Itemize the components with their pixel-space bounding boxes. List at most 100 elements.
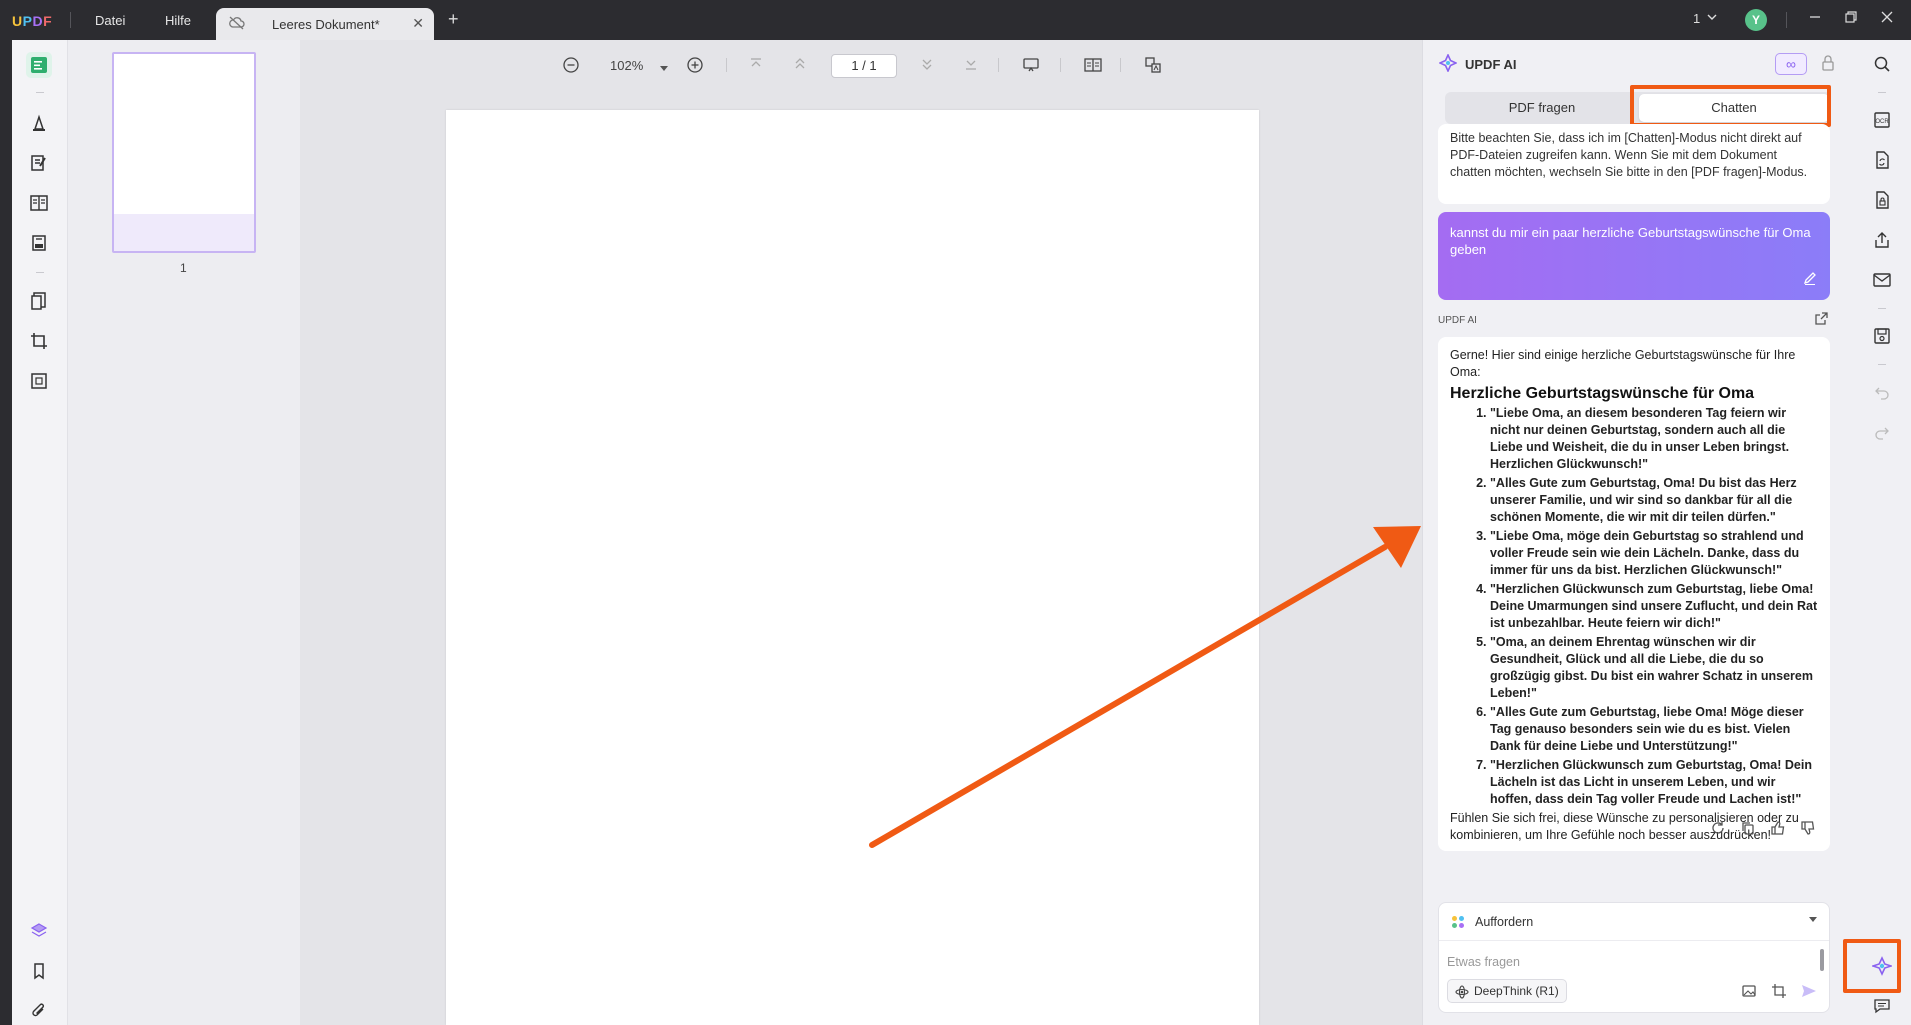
screenshot-icon[interactable]: [1771, 983, 1787, 1004]
document-viewer: 102% 1 / 1: [300, 40, 1422, 1025]
menu-file[interactable]: Datei: [95, 13, 125, 28]
updf-logo: UPDF: [12, 13, 53, 29]
share-icon[interactable]: [1870, 228, 1894, 252]
window-edge: [0, 40, 12, 1025]
protect-pdf-icon[interactable]: [1870, 188, 1894, 212]
ai-input-card: Auffordern Etwas fragen DeepThink (R1): [1438, 902, 1830, 1013]
previous-page-icon[interactable]: [793, 57, 807, 74]
bookmark-icon[interactable]: [26, 958, 52, 984]
prompt-label: Auffordern: [1475, 915, 1534, 929]
document-tab-title: Leeres Dokument*: [272, 17, 380, 32]
form-tool-icon[interactable]: [26, 230, 52, 256]
thumbs-down-icon[interactable]: [1800, 820, 1816, 841]
attachment-icon[interactable]: [26, 998, 52, 1024]
divider: [1878, 308, 1886, 309]
input-scrollbar[interactable]: [1820, 949, 1824, 971]
list-item: "Alles Gute zum Geburtstag, Oma! Du bist…: [1490, 475, 1818, 526]
restore-icon[interactable]: [1844, 10, 1858, 27]
reader-icon[interactable]: [26, 52, 52, 78]
crop-icon[interactable]: [26, 328, 52, 354]
user-message-text: kannst du mir ein paar herzliche Geburts…: [1450, 225, 1811, 257]
edit-icon[interactable]: [1802, 270, 1818, 290]
convert-icon[interactable]: [26, 288, 52, 314]
email-icon[interactable]: [1870, 268, 1894, 292]
document-page[interactable]: [446, 110, 1259, 1025]
ai-response-label: UPDF AI: [1438, 315, 1477, 326]
thumbs-up-icon[interactable]: [1770, 820, 1786, 841]
divider: [1878, 364, 1886, 365]
compress-icon[interactable]: [26, 368, 52, 394]
divider: [726, 58, 727, 72]
zoom-out-icon[interactable]: [562, 56, 580, 77]
minimize-icon[interactable]: [1808, 10, 1822, 27]
updf-ai-logo-icon: [1438, 53, 1458, 77]
divider: [36, 92, 44, 93]
page-number-input[interactable]: 1 / 1: [831, 54, 897, 78]
menu-help[interactable]: Hilfe: [165, 13, 191, 28]
document-tab[interactable]: Leeres Dokument* ✕: [216, 8, 434, 40]
atom-icon: [1455, 984, 1469, 1006]
undo-icon[interactable]: [1870, 380, 1894, 404]
divider: [998, 58, 999, 72]
convert-pdf-icon[interactable]: [1870, 148, 1894, 172]
divider: [1878, 92, 1886, 93]
zoom-level[interactable]: 102%: [610, 58, 643, 73]
save-icon[interactable]: [1870, 324, 1894, 348]
comment-list-icon[interactable]: [1870, 994, 1894, 1018]
send-icon[interactable]: [1801, 983, 1817, 1004]
lock-icon[interactable]: [1821, 54, 1835, 77]
thumbnail-page-number: 1: [180, 261, 187, 275]
deepthink-label: DeepThink (R1): [1474, 984, 1559, 998]
zoom-in-icon[interactable]: [686, 56, 704, 77]
page-layout-icon[interactable]: [1083, 56, 1103, 77]
avatar[interactable]: Y: [1745, 9, 1767, 31]
prompt-grid-icon: [1451, 915, 1465, 934]
edit-pdf-icon[interactable]: [26, 150, 52, 176]
viewer-toolbar: 102% 1 / 1: [300, 40, 1422, 90]
zoom-dropdown-icon[interactable]: [660, 60, 668, 75]
tab-pdf-fragen[interactable]: PDF fragen: [1447, 94, 1637, 122]
right-toolbar: OCR: [1852, 40, 1911, 1025]
divider: [1120, 58, 1121, 72]
next-page-icon[interactable]: [920, 57, 934, 74]
cloud-off-icon: [228, 16, 246, 35]
close-window-icon[interactable]: [1880, 10, 1894, 27]
deepthink-toggle[interactable]: DeepThink (R1): [1447, 979, 1567, 1003]
regenerate-icon[interactable]: [1710, 820, 1726, 841]
comment-tool-icon[interactable]: [26, 110, 52, 136]
prompt-selector[interactable]: Auffordern: [1439, 903, 1829, 941]
close-tab-icon[interactable]: ✕: [412, 15, 424, 32]
ai-panel: UPDF AI ∞ PDF fragen Chatten Bitte beach…: [1422, 40, 1852, 1025]
presentation-icon[interactable]: [1022, 56, 1040, 77]
unlimited-plan-badge[interactable]: ∞: [1775, 53, 1807, 75]
search-icon[interactable]: [1870, 52, 1894, 76]
chevron-down-icon[interactable]: [1706, 11, 1718, 26]
translate-icon[interactable]: [1144, 56, 1162, 77]
first-page-icon[interactable]: [749, 57, 763, 74]
tab-highlight-frame: [1630, 85, 1831, 127]
ocr-icon[interactable]: OCR: [1870, 108, 1894, 132]
export-icon[interactable]: [1813, 311, 1829, 332]
window-count[interactable]: 1: [1693, 11, 1700, 26]
ai-panel-header: UPDF AI ∞: [1423, 40, 1853, 86]
redo-icon[interactable]: [1870, 420, 1894, 444]
ask-input[interactable]: Etwas fragen: [1447, 955, 1520, 969]
page-thumbnail[interactable]: [112, 52, 256, 253]
title-bar: UPDF Datei Hilfe Leeres Dokument* ✕ + 1 …: [0, 0, 1911, 40]
last-page-icon[interactable]: [964, 57, 978, 74]
list-item: "Liebe Oma, an diesem besonderen Tag fei…: [1490, 405, 1818, 473]
answer-heading: Herzliche Geburtstagswünsche für Oma: [1450, 385, 1755, 402]
ai-answer: Gerne! Hier sind einige herzliche Geburt…: [1438, 337, 1830, 851]
new-tab-button[interactable]: +: [448, 9, 459, 30]
copy-icon[interactable]: [1740, 820, 1756, 841]
page-organize-icon[interactable]: [26, 190, 52, 216]
thumbnail-page: [114, 54, 254, 214]
answer-actions: [1710, 820, 1816, 841]
list-item: "Oma, an deinem Ehrentag wünschen wir di…: [1490, 634, 1818, 702]
list-item: "Herzlichen Glückwunsch zum Geburtstag, …: [1490, 581, 1818, 632]
ai-panel-title: UPDF AI: [1465, 57, 1517, 72]
image-upload-icon[interactable]: [1741, 983, 1757, 1004]
user-message: kannst du mir ein paar herzliche Geburts…: [1438, 212, 1830, 300]
layers-icon[interactable]: [26, 918, 52, 944]
ai-button-highlight-frame: [1843, 939, 1901, 993]
